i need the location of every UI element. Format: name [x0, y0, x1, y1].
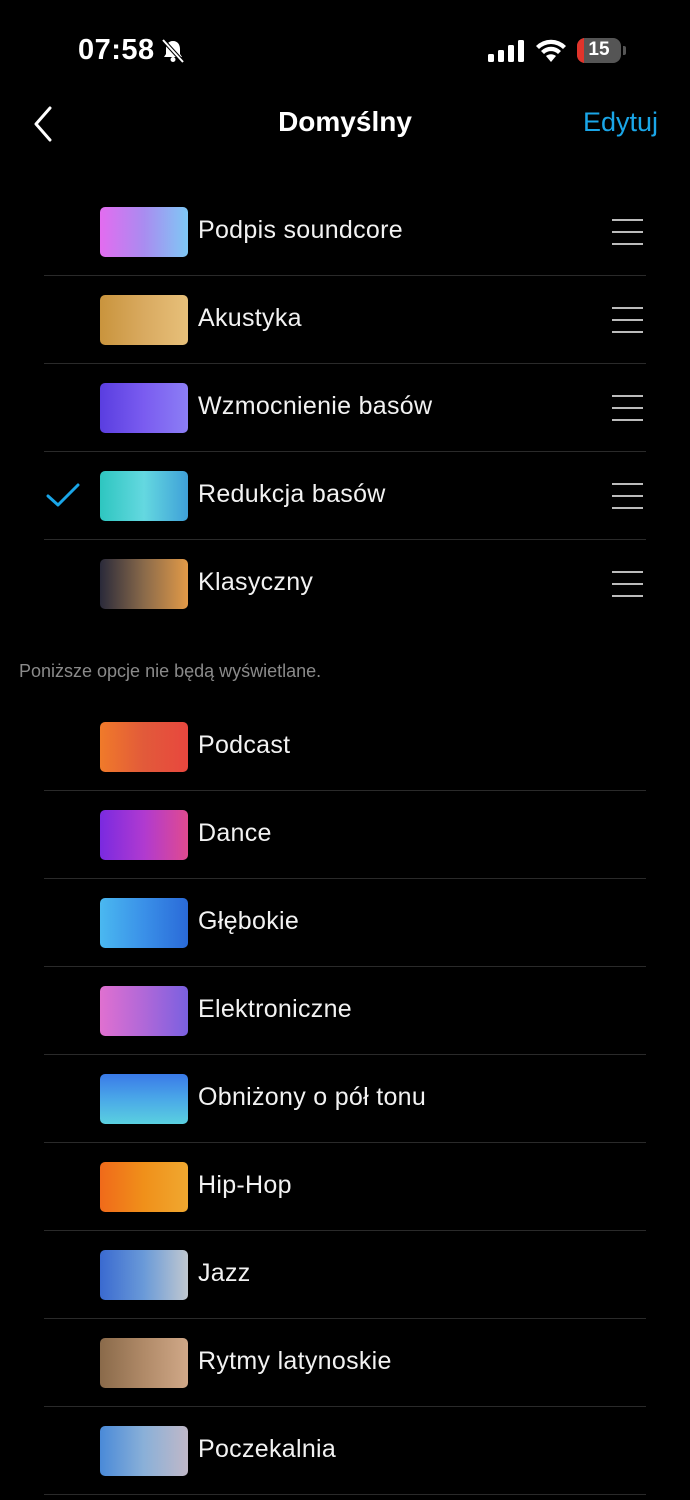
reorder-handle-icon[interactable] [612, 571, 643, 597]
preset-row[interactable]: Elektroniczne [0, 967, 690, 1055]
preset-row[interactable]: Poczekalnia [0, 1407, 690, 1495]
handle-bar [612, 595, 643, 597]
handle-bar [612, 395, 643, 397]
handle-bar [612, 483, 643, 485]
handle-bar [612, 331, 643, 333]
reorder-handle-icon[interactable] [612, 307, 643, 333]
preset-label: Rytmy latynoskie [198, 1347, 392, 1375]
handle-bar [612, 219, 643, 221]
preset-row[interactable]: Redukcja basów [0, 452, 690, 540]
preset-label: Redukcja basów [198, 480, 386, 508]
preset-row[interactable]: Klasyczny [0, 540, 690, 628]
status-bar: 07:58 15 [0, 0, 690, 100]
battery-tip [623, 46, 626, 55]
preset-row[interactable]: Rytmy latynoskie [0, 1319, 690, 1407]
preset-thumbnail [100, 471, 188, 521]
preset-label: Głębokie [198, 907, 300, 935]
preset-label: Podcast [198, 731, 291, 759]
preset-thumbnail [100, 1250, 188, 1300]
preset-thumbnail [100, 1426, 188, 1476]
handle-bar [612, 583, 643, 585]
preset-row[interactable]: Hip-Hop [0, 1143, 690, 1231]
edit-button[interactable]: Edytuj [583, 107, 658, 138]
preset-thumbnail [100, 383, 188, 433]
status-time: 07:58 [78, 34, 155, 66]
handle-bar [612, 307, 643, 309]
handle-bar [612, 407, 643, 409]
handle-bar [612, 571, 643, 573]
preset-label: Klasyczny [198, 568, 314, 596]
visible-presets-list: Podpis soundcore Akustyka Wzmocnienie basó… [0, 188, 690, 628]
preset-label: Hip-Hop [198, 1171, 292, 1199]
preset-thumbnail [100, 295, 188, 345]
reorder-handle-icon[interactable] [612, 483, 643, 509]
preset-thumbnail [100, 1338, 188, 1388]
handle-bar [612, 495, 643, 497]
hidden-presets-list: Podcast Dance Głębokie Elektroniczne Obniżon… [0, 703, 690, 1495]
handle-bar [612, 231, 643, 233]
preset-label: Wzmocnienie basów [198, 392, 433, 420]
preset-label: Dance [198, 819, 272, 847]
wifi-icon [536, 39, 566, 62]
preset-row[interactable]: Podcast [0, 703, 690, 791]
preset-label: Akustyka [198, 304, 302, 332]
preset-thumbnail [100, 1074, 188, 1124]
preset-thumbnail [100, 559, 188, 609]
preset-label: Jazz [198, 1259, 251, 1287]
handle-bar [612, 507, 643, 509]
preset-row[interactable]: Akustyka [0, 276, 690, 364]
hidden-section-note: Poniższe opcje nie będą wyświetlane. [19, 661, 322, 681]
preset-row[interactable]: Wzmocnienie basów [0, 364, 690, 452]
preset-label: Poczekalnia [198, 1435, 337, 1463]
preset-thumbnail [100, 898, 188, 948]
preset-row[interactable]: Głębokie [0, 879, 690, 967]
reorder-handle-icon[interactable] [612, 219, 643, 245]
cellular-signal-icon [488, 40, 524, 62]
preset-thumbnail [100, 986, 188, 1036]
preset-thumbnail [100, 810, 188, 860]
battery-indicator: 15 [577, 38, 621, 63]
preset-row[interactable]: Jazz [0, 1231, 690, 1319]
muted-bell-icon [161, 38, 185, 64]
preset-label: Podpis soundcore [198, 216, 403, 244]
handle-bar [612, 419, 643, 421]
preset-row[interactable]: Obniżony o pół tonu [0, 1055, 690, 1143]
checkmark-icon [46, 483, 80, 507]
preset-row[interactable]: Podpis soundcore [0, 188, 690, 276]
battery-percent: 15 [588, 39, 610, 60]
preset-thumbnail [100, 722, 188, 772]
preset-thumbnail [100, 1162, 188, 1212]
row-divider [44, 1494, 646, 1495]
preset-label: Obniżony o pół tonu [198, 1083, 427, 1111]
preset-label: Elektroniczne [198, 995, 352, 1023]
handle-bar [612, 319, 643, 321]
preset-thumbnail [100, 207, 188, 257]
preset-row[interactable]: Dance [0, 791, 690, 879]
handle-bar [612, 243, 643, 245]
reorder-handle-icon[interactable] [612, 395, 643, 421]
